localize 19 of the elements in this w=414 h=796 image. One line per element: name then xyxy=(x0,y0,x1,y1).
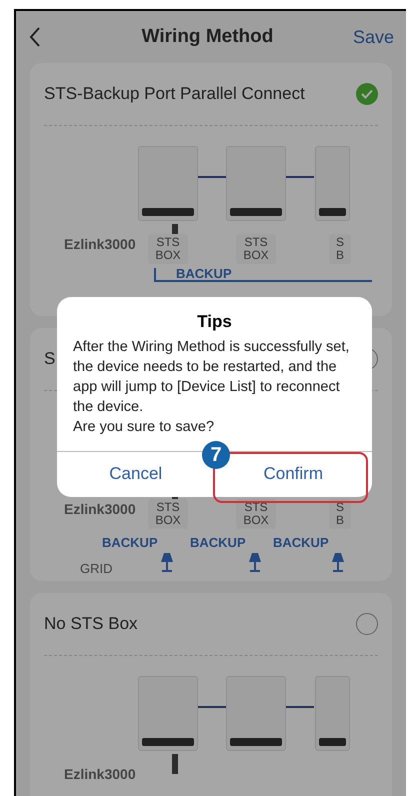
gateway-label: Ezlink3000 xyxy=(64,235,136,254)
sts-box: STS BOX xyxy=(148,234,188,264)
grid-label: GRID xyxy=(80,560,112,578)
option-title: STS-Backup Port Parallel Connect xyxy=(44,83,305,106)
gateway-label: Ezlink3000 xyxy=(64,765,136,784)
backup-label: BACKUP xyxy=(176,265,232,283)
option-title: No STS Box xyxy=(44,613,138,636)
gateway-label: Ezlink3000 xyxy=(64,500,136,519)
dialog-message: After the Wiring Method is successfully set, the device needs to be restarted, and the app will jump to [Device List] to reconnect the device. Are you sure to save? xyxy=(73,338,350,436)
backup-label: BACKUP xyxy=(102,534,158,552)
sts-box: STS BOX xyxy=(236,234,276,264)
backup-label: BACKUP xyxy=(190,534,246,552)
sts-box: STS BOX xyxy=(236,499,276,529)
option-title: S xyxy=(44,348,56,370)
sts-box: S B xyxy=(329,234,351,264)
page-title: Wiring Method xyxy=(142,24,274,49)
sts-box: S B xyxy=(329,499,351,529)
sts-box: STS BOX xyxy=(148,499,188,529)
backup-label: BACKUP xyxy=(273,534,329,552)
